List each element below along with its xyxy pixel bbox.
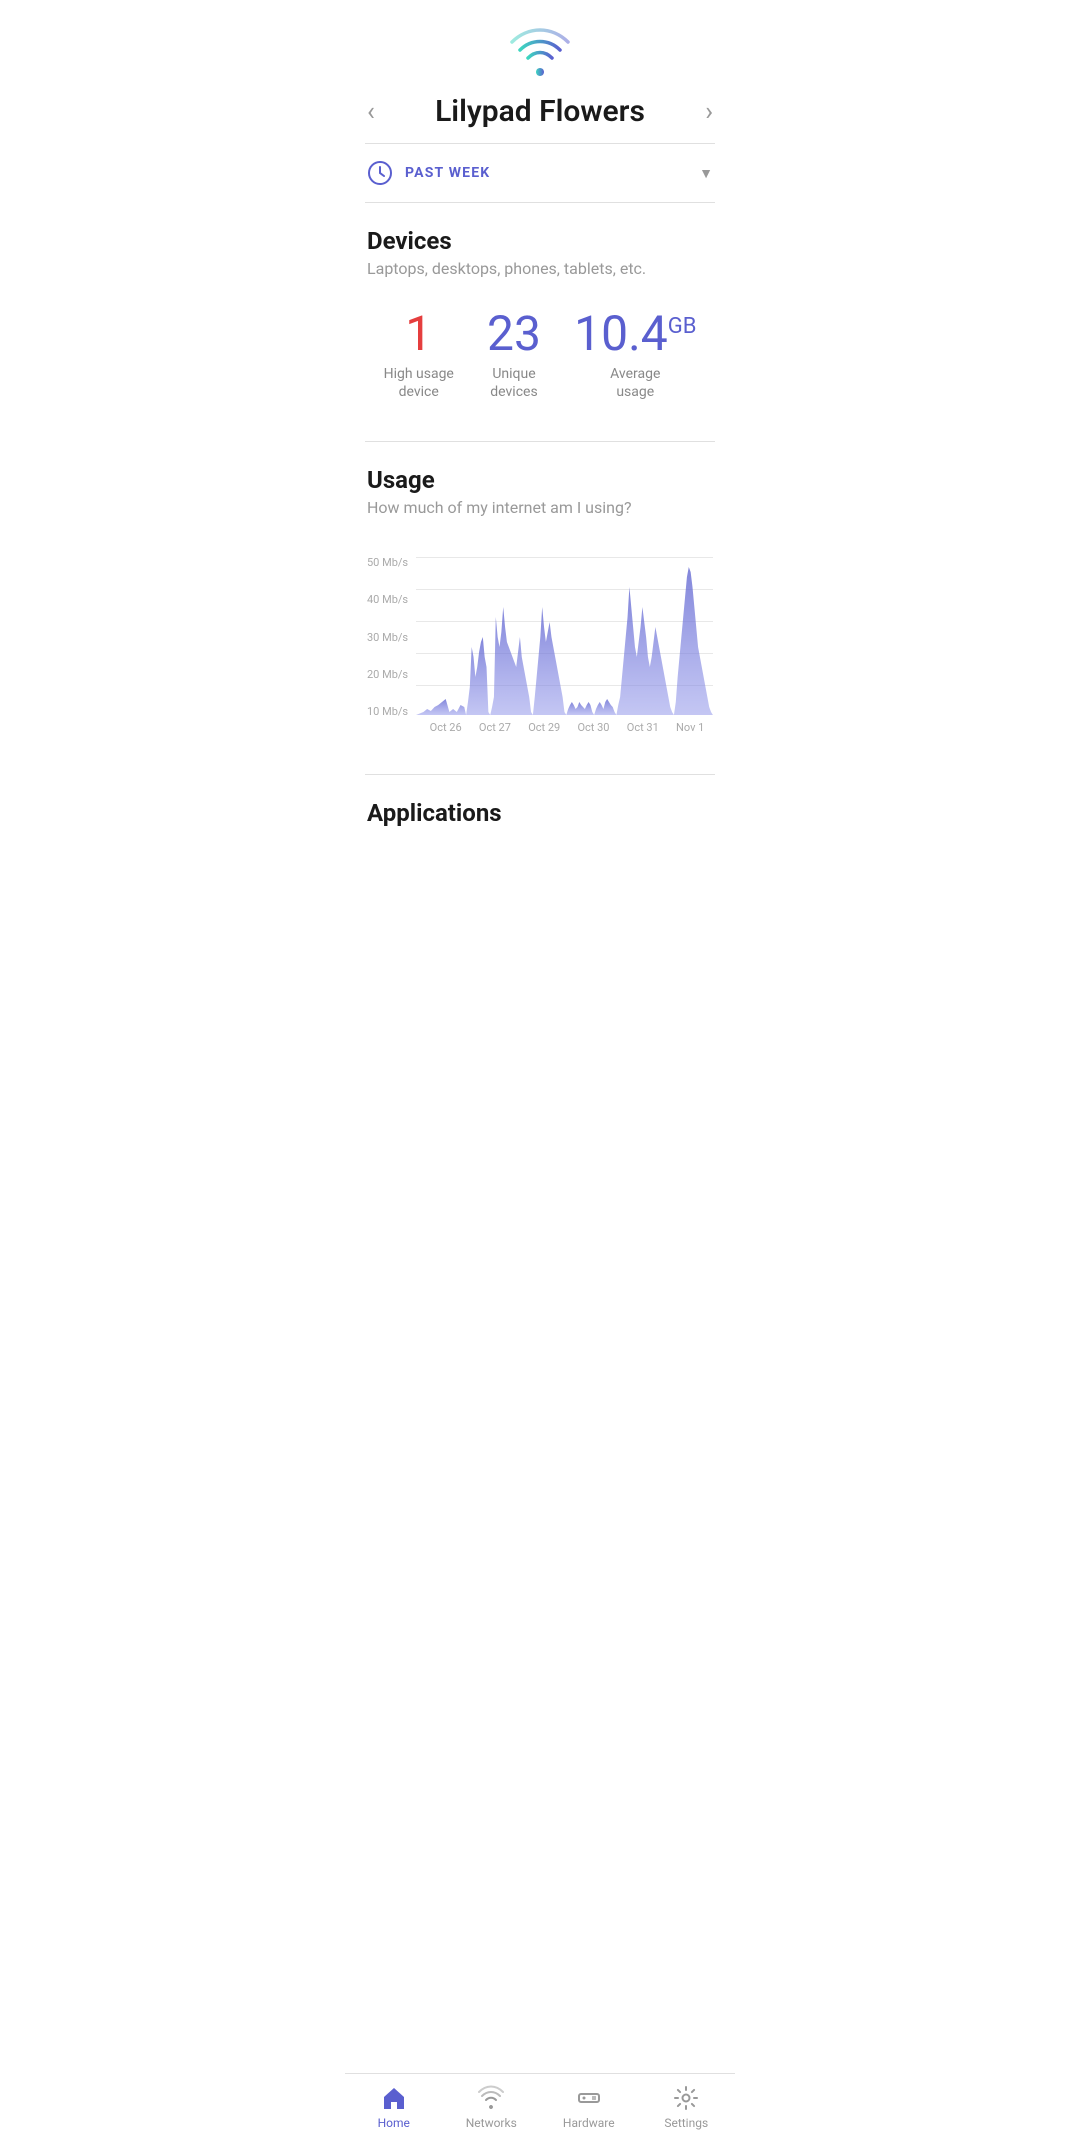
x-axis: Oct 26 Oct 27 Oct 29 Oct 30 Oct 31 Nov 1 — [367, 721, 713, 734]
chart-area: 50 Mb/s 40 Mb/s 30 Mb/s 20 Mb/s 10 Mb/s — [367, 537, 713, 717]
average-usage-stat[interactable]: 10.4GB Average usage — [574, 308, 696, 401]
network-name: Lilypad Flowers — [375, 94, 705, 129]
hardware-nav-label: Hardware — [563, 2116, 615, 2130]
bottom-navigation: Home Networks Hardware — [345, 2073, 735, 2146]
wifi-header — [345, 0, 735, 88]
time-filter-label: PAST WEEK — [405, 165, 699, 181]
hardware-icon — [575, 2084, 603, 2112]
y-label-40: 40 Mb/s — [367, 594, 408, 605]
wifi-logo-icon — [510, 28, 570, 76]
settings-icon — [672, 2084, 700, 2112]
x-label-oct26: Oct 26 — [430, 721, 462, 734]
clock-icon — [367, 160, 393, 186]
networks-nav-label: Networks — [466, 2116, 517, 2130]
y-axis: 50 Mb/s 40 Mb/s 30 Mb/s 20 Mb/s 10 Mb/s — [367, 557, 408, 717]
usage-chart-svg — [416, 557, 713, 717]
usage-title: Usage — [367, 466, 713, 494]
x-label-oct31: Oct 31 — [627, 721, 659, 734]
nav-settings[interactable]: Settings — [656, 2084, 716, 2130]
y-label-50: 50 Mb/s — [367, 557, 408, 568]
applications-title: Applications — [367, 799, 713, 827]
x-label-oct30: Oct 30 — [577, 721, 609, 734]
unique-devices-stat[interactable]: 23 Unique devices — [487, 308, 541, 401]
devices-subtitle: Laptops, desktops, phones, tablets, etc. — [367, 259, 713, 278]
next-network-button[interactable]: › — [705, 97, 713, 127]
applications-section: Applications — [345, 775, 735, 841]
average-usage-count: 10.4GB — [574, 308, 696, 361]
y-label-20: 20 Mb/s — [367, 669, 408, 680]
networks-icon — [477, 2084, 505, 2112]
high-usage-count: 1 — [405, 308, 432, 361]
high-usage-stat[interactable]: 1 High usage device — [384, 308, 454, 401]
devices-section: Devices Laptops, desktops, phones, table… — [345, 203, 735, 441]
time-filter-selector[interactable]: PAST WEEK ▼ — [345, 144, 735, 202]
y-label-10: 10 Mb/s — [367, 706, 408, 717]
network-header: ‹ Lilypad Flowers › — [345, 88, 735, 143]
devices-title: Devices — [367, 227, 713, 255]
chevron-down-icon: ▼ — [699, 165, 713, 182]
home-nav-label: Home — [378, 2116, 410, 2130]
nav-home[interactable]: Home — [364, 2084, 424, 2130]
nav-hardware[interactable]: Hardware — [559, 2084, 619, 2130]
home-icon — [380, 2084, 408, 2112]
y-label-30: 30 Mb/s — [367, 632, 408, 643]
unique-devices-count: 23 — [487, 308, 541, 361]
usage-chart-wrapper: 50 Mb/s 40 Mb/s 30 Mb/s 20 Mb/s 10 Mb/s — [367, 537, 713, 764]
high-usage-label: High usage device — [384, 365, 454, 401]
usage-section: Usage How much of my internet am I using… — [345, 442, 735, 774]
x-label-oct27: Oct 27 — [479, 721, 511, 734]
devices-stats-row: 1 High usage device 23 Unique devices 10… — [367, 298, 713, 431]
x-label-nov1: Nov 1 — [676, 721, 704, 734]
x-label-oct29: Oct 29 — [528, 721, 560, 734]
average-usage-label: Average usage — [610, 365, 660, 401]
prev-network-button[interactable]: ‹ — [367, 97, 375, 127]
nav-networks[interactable]: Networks — [461, 2084, 521, 2130]
usage-subtitle: How much of my internet am I using? — [367, 498, 713, 517]
settings-nav-label: Settings — [664, 2116, 708, 2130]
unique-devices-label: Unique devices — [490, 365, 537, 401]
chart-canvas — [416, 557, 713, 717]
